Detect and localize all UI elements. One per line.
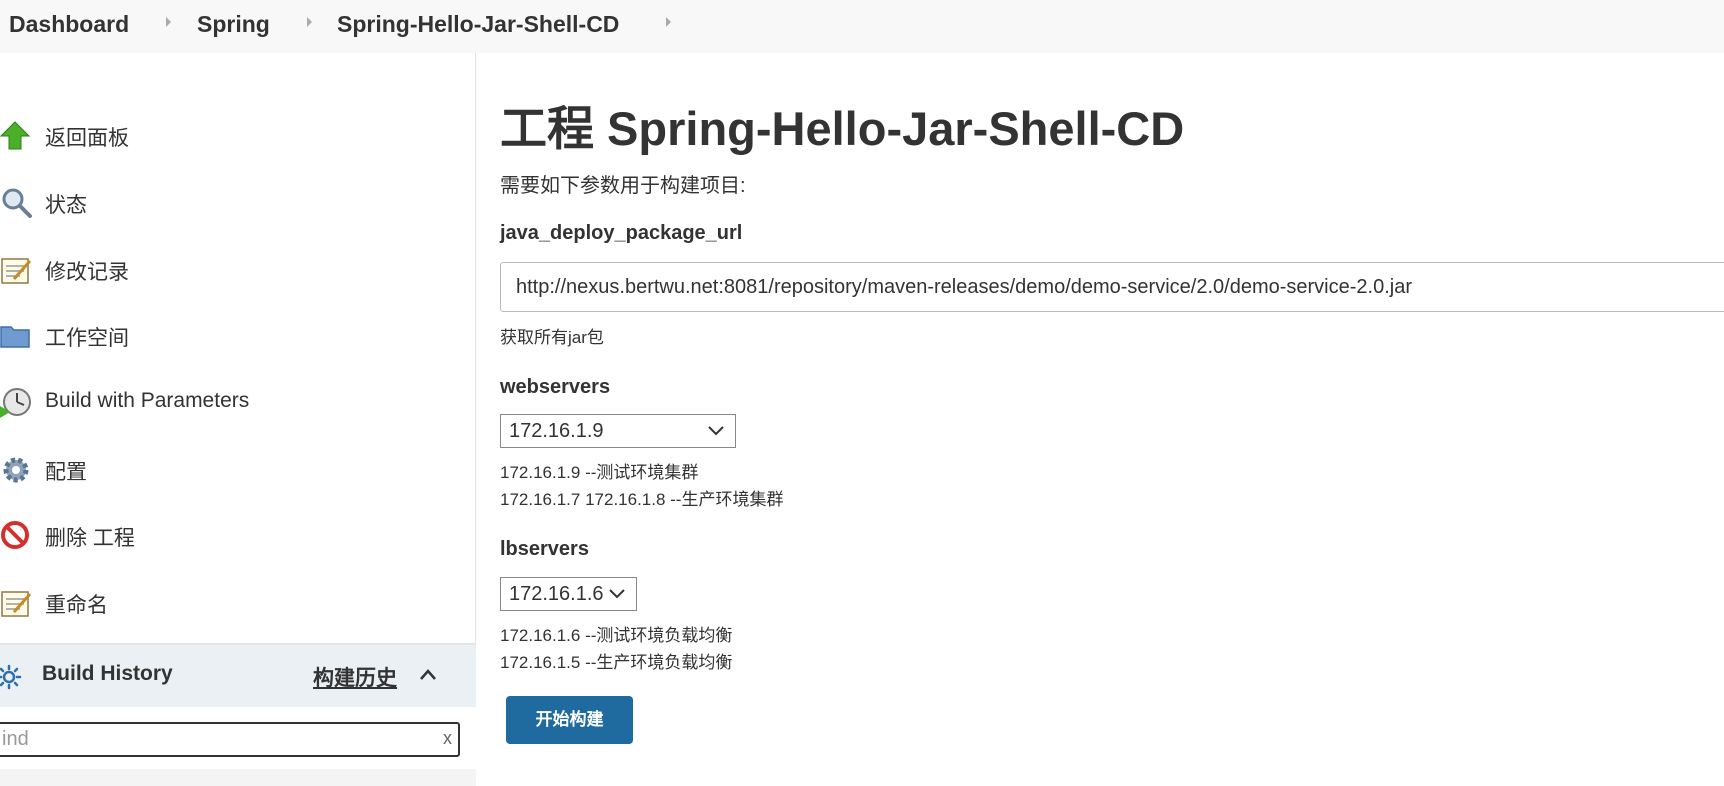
sidebar-item-delete-project[interactable]: 删除 工程 [0, 511, 470, 561]
breadcrumb-separator-icon[interactable] [666, 17, 671, 27]
sidebar-item-status[interactable]: 状态 [0, 178, 470, 228]
sidebar-item-label: 重命名 [45, 594, 108, 617]
sidebar-item-changes[interactable]: 修改记录 [0, 245, 470, 295]
page-title: 工程 Spring-Hello-Jar-Shell-CD [500, 102, 1185, 155]
breadcrumb-dashboard[interactable]: Dashboard [9, 11, 129, 38]
webservers-select[interactable]: 172.16.1.9 [500, 414, 736, 448]
sidebar-item-label: 工作空间 [45, 327, 129, 350]
chevron-up-icon[interactable] [418, 665, 438, 685]
chevron-down-icon [708, 426, 724, 436]
lbservers-select[interactable]: 172.16.1.6 [500, 577, 637, 611]
breadcrumb-separator-icon[interactable] [166, 17, 171, 27]
webservers-description-line: 172.16.1.7 172.16.1.8 --生产环境集群 [500, 490, 784, 509]
breadcrumb: Dashboard Spring Spring-Hello-Jar-Shell-… [0, 0, 1724, 53]
param-url-name: java_deploy_package_url [500, 222, 743, 244]
lbservers-description-line: 172.16.1.5 --生产环境负载均衡 [500, 653, 733, 672]
up-arrow-icon [0, 121, 31, 150]
package-url-input[interactable] [500, 262, 1724, 312]
breadcrumb-separator-icon[interactable] [307, 17, 312, 27]
webservers-selected-value: 172.16.1.9 [509, 420, 604, 442]
lbservers-selected-value: 172.16.1.6 [509, 583, 604, 605]
parameters-intro: 需要如下参数用于构建项目: [500, 175, 746, 197]
clock-icon [0, 388, 31, 418]
notepad-icon [1, 258, 32, 284]
build-history-row [0, 769, 476, 786]
build-history-search-input[interactable] [0, 724, 428, 755]
no-entry-icon [1, 521, 29, 549]
param-webservers-name: webservers [500, 376, 611, 398]
sidebar-item-label: 修改记录 [45, 261, 129, 284]
sidebar-item-label: 返回面板 [45, 127, 129, 150]
build-history-title: Build History [42, 662, 173, 685]
sidebar-item-label: 状态 [45, 194, 87, 217]
param-url-description: 获取所有jar包 [500, 328, 604, 347]
breadcrumb-project[interactable]: Spring-Hello-Jar-Shell-CD [337, 11, 619, 38]
sidebar-item-label: 配置 [45, 461, 87, 484]
lbservers-description-line: 172.16.1.6 --测试环境负载均衡 [500, 626, 733, 645]
breadcrumb-spring[interactable]: Spring [197, 11, 270, 38]
param-lbservers-name: lbservers [500, 538, 589, 560]
build-history-link[interactable]: 构建历史 [313, 662, 397, 692]
build-history-panel: Build History 构建历史 x [0, 643, 476, 786]
sidebar-item-label: 删除 工程 [45, 527, 135, 550]
sidebar-item-label: Build with Parameters [45, 389, 250, 412]
sidebar: 返回面板 状态 修改记录 工作空间 Build with Parameters … [0, 53, 476, 786]
search-icon [2, 188, 32, 218]
webservers-description-line: 172.16.1.9 --测试环境集群 [500, 463, 699, 482]
clear-icon[interactable]: x [443, 728, 452, 749]
sidebar-item-back-to-dashboard[interactable]: 返回面板 [0, 111, 470, 161]
sidebar-item-build-with-parameters[interactable]: Build with Parameters [0, 378, 470, 428]
start-build-button[interactable]: 开始构建 [506, 696, 633, 744]
notepad-icon [1, 591, 32, 617]
chevron-down-icon [609, 589, 625, 599]
build-history-header: Build History 构建历史 [0, 645, 476, 707]
sidebar-item-rename[interactable]: 重命名 [0, 578, 470, 628]
sidebar-item-configure[interactable]: 配置 [0, 445, 470, 495]
build-history-filter: x [0, 722, 460, 757]
gear-icon [3, 457, 29, 483]
build-history-icon [0, 664, 22, 690]
folder-icon [0, 326, 30, 348]
sidebar-item-workspace[interactable]: 工作空间 [0, 311, 470, 361]
main-content: 工程 Spring-Hello-Jar-Shell-CD 需要如下参数用于构建项… [500, 53, 1724, 786]
